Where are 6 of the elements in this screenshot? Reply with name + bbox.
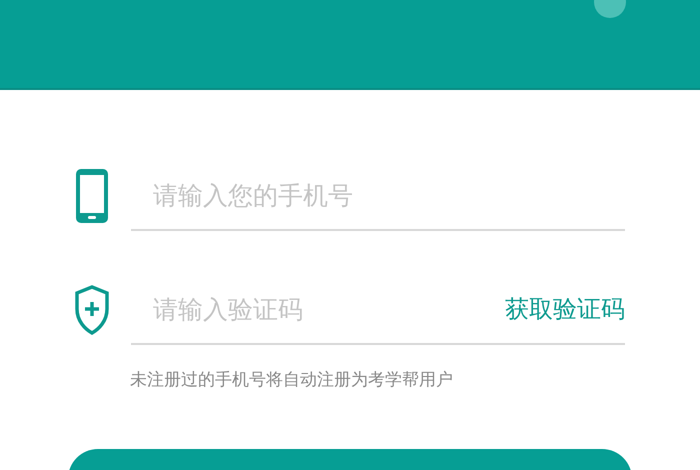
- phone-icon: [75, 168, 109, 224]
- shield-plus-icon: [75, 285, 109, 335]
- hint-text: 未注册过的手机号将自动注册为考学帮用户: [130, 369, 454, 391]
- code-field[interactable]: 请输入验证码: [151, 294, 505, 324]
- phone-field[interactable]: 请输入您的手机号: [151, 180, 625, 210]
- get-code-link[interactable]: 获取验证码: [505, 293, 625, 325]
